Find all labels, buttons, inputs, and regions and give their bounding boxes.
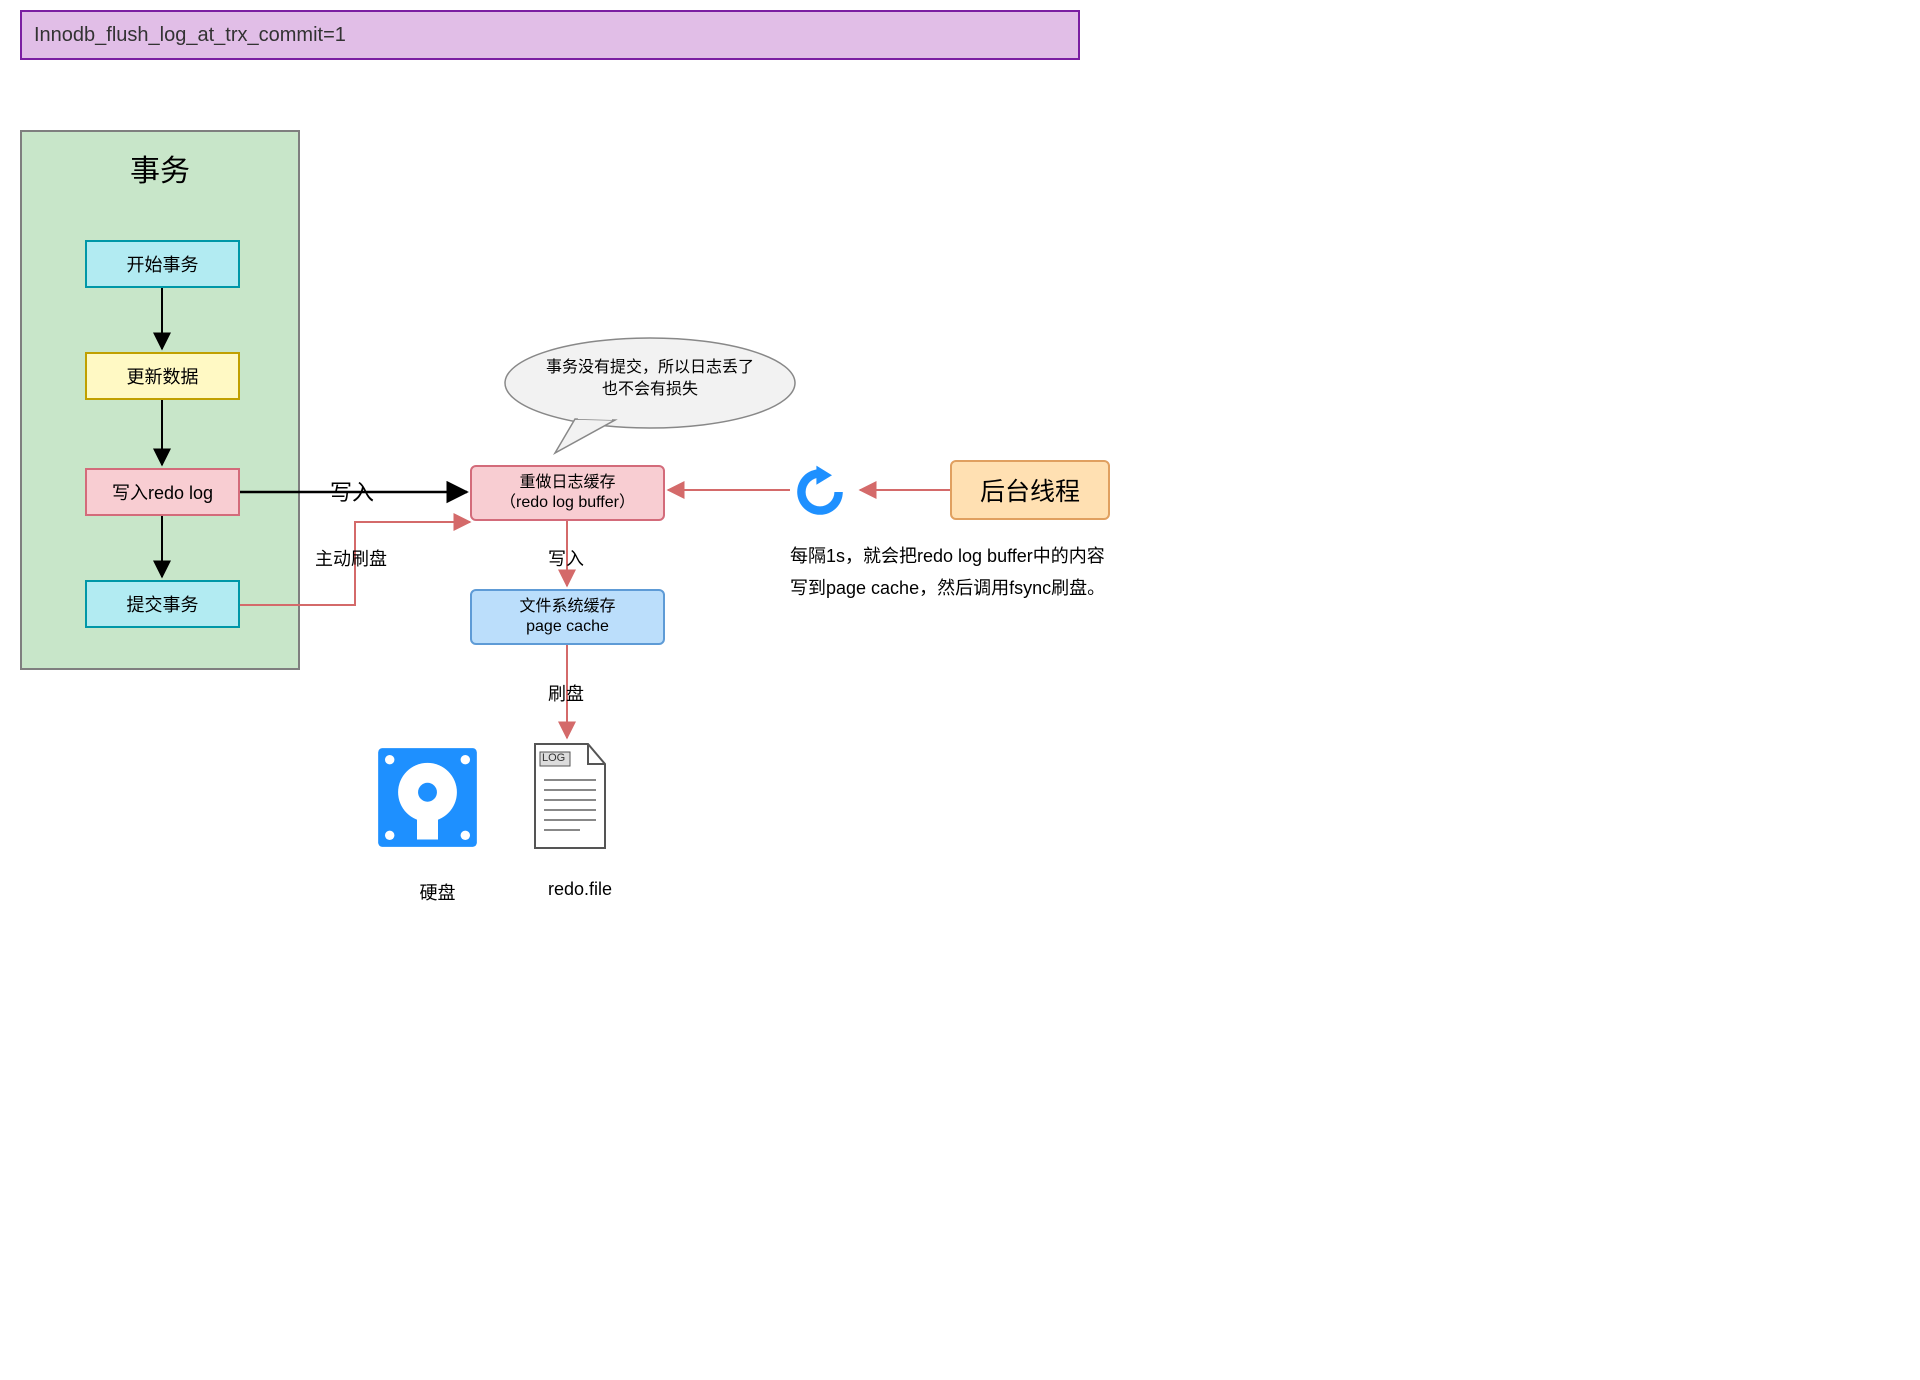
node-commit-label: 提交事务 bbox=[127, 591, 199, 617]
edge-label-flush-disk: 刷盘 bbox=[548, 680, 584, 706]
header-bar: Innodb_flush_log_at_trx_commit=1 bbox=[20, 10, 1080, 60]
bg-note: 每隔1s，就会把redo log buffer中的内容 写到page cache… bbox=[790, 540, 1210, 604]
file-icon: LOG bbox=[530, 742, 610, 852]
edge-label-active-flush: 主动刷盘 bbox=[315, 545, 387, 571]
disk-label: 硬盘 bbox=[375, 858, 480, 926]
file-label: redo.file bbox=[510, 858, 630, 921]
bubble-l2: 也不会有损失 bbox=[500, 379, 800, 401]
node-page-cache-l2: page cache bbox=[526, 617, 609, 637]
node-start-tx: 开始事务 bbox=[85, 240, 240, 288]
node-buffer-l2: （redo log buffer） bbox=[500, 493, 635, 513]
node-write-redo: 写入redo log bbox=[85, 468, 240, 516]
bg-note-l2: 写到page cache，然后调用fsync刷盘。 bbox=[790, 572, 1210, 604]
node-page-cache: 文件系统缓存 page cache bbox=[470, 589, 665, 645]
disk-icon bbox=[375, 745, 480, 850]
node-buffer: 重做日志缓存 （redo log buffer） bbox=[470, 465, 665, 521]
edge-label-write2: 写入 bbox=[548, 545, 584, 571]
tx-container-title: 事务 bbox=[130, 146, 190, 190]
node-bg-thread-label: 后台线程 bbox=[980, 472, 1080, 508]
node-commit: 提交事务 bbox=[85, 580, 240, 628]
bubble-l1: 事务没有提交，所以日志丢了 bbox=[500, 357, 800, 379]
bg-note-l1: 每隔1s，就会把redo log buffer中的内容 bbox=[790, 540, 1210, 572]
node-update: 更新数据 bbox=[85, 352, 240, 400]
header-text: Innodb_flush_log_at_trx_commit=1 bbox=[34, 24, 346, 47]
node-start-tx-label: 开始事务 bbox=[127, 251, 199, 277]
node-page-cache-l1: 文件系统缓存 bbox=[519, 597, 615, 617]
node-bg-thread: 后台线程 bbox=[950, 460, 1110, 520]
speech-bubble: 事务没有提交，所以日志丢了 也不会有损失 bbox=[500, 335, 800, 435]
cycle-icon bbox=[790, 462, 850, 522]
node-write-redo-label: 写入redo log bbox=[112, 479, 213, 505]
edge-label-write: 写入 bbox=[330, 475, 374, 507]
file-tag: LOG bbox=[542, 752, 565, 764]
node-buffer-l1: 重做日志缓存 bbox=[519, 473, 615, 493]
node-update-label: 更新数据 bbox=[127, 363, 199, 389]
